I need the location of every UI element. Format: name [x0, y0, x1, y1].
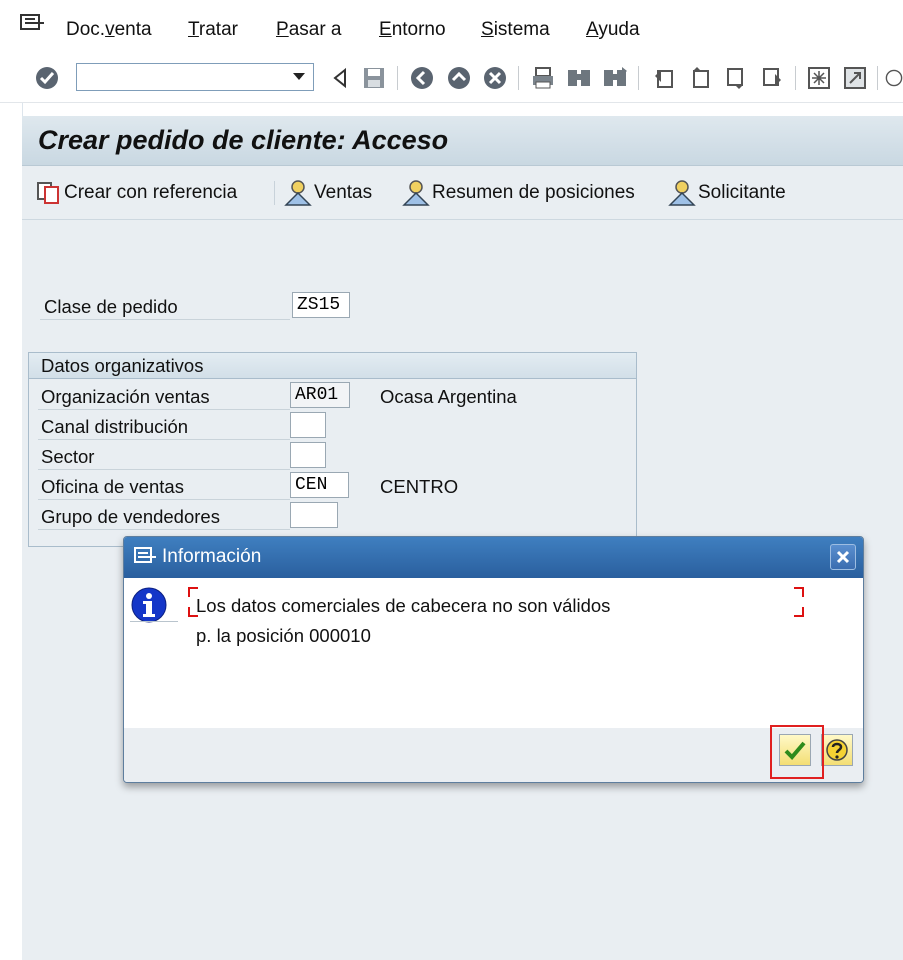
sales-org-label: Organización ventas	[41, 386, 210, 407]
distribution-channel-field[interactable]	[290, 412, 326, 438]
info-icon	[131, 587, 167, 623]
previous-page-icon[interactable]	[686, 64, 714, 92]
last-page-icon[interactable]	[758, 64, 786, 92]
menu-sistema[interactable]: Sistema	[481, 19, 550, 41]
dialog-title: Información	[162, 546, 262, 567]
menu-ayuda[interactable]: Ayuda	[586, 19, 640, 41]
system-menu-icon[interactable]	[20, 14, 46, 34]
dialog-title-bar: Información	[124, 537, 863, 578]
menu-entorno[interactable]: Entorno	[379, 19, 446, 41]
create-with-reference-button[interactable]: Crear con referencia	[36, 179, 237, 207]
dialog-body: Los datos comerciales de cabecera no son…	[124, 578, 863, 728]
help-icon[interactable]	[885, 64, 903, 92]
page-title: Crear pedido de cliente: Acceso	[38, 125, 449, 155]
division-field[interactable]	[290, 442, 326, 468]
person-icon	[284, 180, 312, 206]
ordering-party-label: Solicitante	[698, 182, 786, 203]
message-line-2: p. la posición 000010	[196, 625, 371, 646]
item-overview-button[interactable]: Resumen de posiciones	[402, 179, 635, 207]
sales-org-field[interactable]: AR01	[290, 382, 350, 408]
print-icon[interactable]	[529, 64, 557, 92]
menu-pasar-a[interactable]: Pasar a	[276, 19, 342, 41]
sales-office-description: CENTRO	[380, 476, 459, 497]
menu-tratar[interactable]: Tratar	[188, 19, 238, 41]
save-icon[interactable]	[360, 64, 388, 92]
item-overview-label: Resumen de posiciones	[432, 182, 635, 203]
find-icon[interactable]	[565, 64, 593, 92]
message-line-1: Los datos comerciales de cabecera no son…	[196, 595, 611, 616]
enter-icon[interactable]	[33, 64, 61, 92]
application-toolbar: Crear con referencia Ventas Resumen de p…	[22, 166, 903, 220]
back-icon[interactable]	[326, 64, 354, 92]
create-session-icon[interactable]	[805, 64, 833, 92]
dialog-menu-icon[interactable]	[134, 547, 158, 572]
menu-bar: Doc.venta Tratar Pasar a Entorno Sistema…	[0, 0, 903, 56]
org-data-group-title: Datos organizativos	[41, 355, 204, 376]
confirm-button-highlight	[770, 725, 824, 779]
menu-doc-venta[interactable]: Doc.venta	[66, 19, 152, 41]
copy-document-icon	[37, 182, 59, 204]
close-icon[interactable]	[830, 544, 856, 570]
exit-icon[interactable]	[445, 64, 473, 92]
find-next-icon[interactable]	[601, 64, 629, 92]
order-type-label: Clase de pedido	[44, 296, 178, 317]
next-page-icon[interactable]	[722, 64, 750, 92]
dialog-footer	[124, 728, 863, 782]
sales-group-field[interactable]	[290, 502, 338, 528]
sales-org-description: Ocasa Argentina	[380, 386, 517, 407]
shortcut-icon[interactable]	[841, 64, 869, 92]
sales-button[interactable]: Ventas	[284, 179, 372, 207]
title-bar: Crear pedido de cliente: Acceso	[22, 116, 903, 166]
order-type-field[interactable]: ZS15	[292, 292, 350, 318]
command-field[interactable]	[76, 63, 314, 91]
back-nav-icon[interactable]	[408, 64, 436, 92]
division-label: Sector	[41, 446, 95, 467]
left-margin	[0, 103, 23, 960]
help-question-icon	[826, 739, 848, 761]
first-page-icon[interactable]	[650, 64, 678, 92]
sales-office-label: Oficina de ventas	[41, 476, 184, 497]
sales-group-label: Grupo de vendedores	[41, 506, 220, 527]
command-dropdown-icon[interactable]	[289, 67, 309, 87]
person-icon	[402, 180, 430, 206]
person-icon	[668, 180, 696, 206]
help-button[interactable]	[821, 734, 853, 766]
sales-office-field[interactable]: CEN	[290, 472, 349, 498]
sales-label: Ventas	[314, 182, 373, 203]
cancel-icon[interactable]	[481, 64, 509, 92]
ordering-party-button[interactable]: Solicitante	[668, 179, 786, 207]
information-dialog: Información Los datos comerciales de cab…	[123, 536, 864, 783]
create-with-reference-label: Crear con referencia	[64, 182, 238, 203]
distribution-channel-label: Canal distribución	[41, 416, 189, 437]
